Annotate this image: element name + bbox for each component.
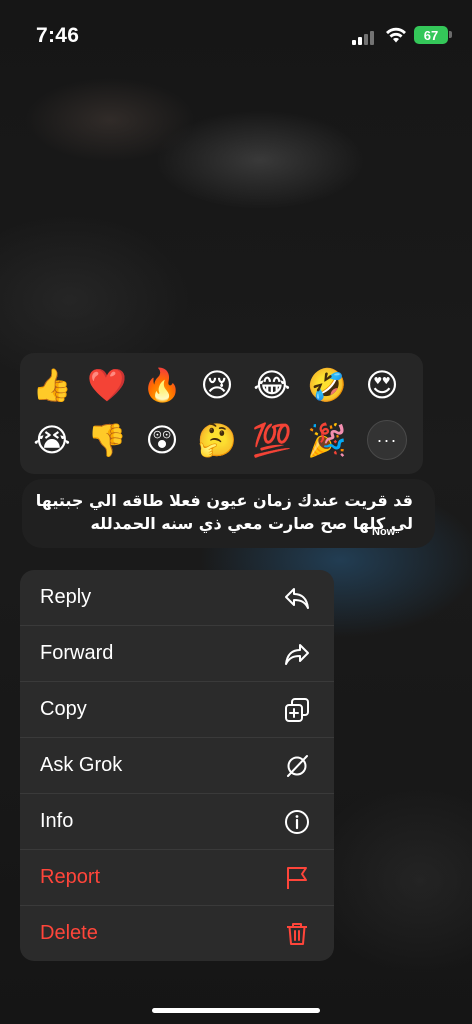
menu-item-label: Forward (40, 642, 114, 664)
menu-item-label: Copy (40, 698, 87, 720)
menu-item-label: Info (40, 810, 74, 832)
menu-item-copy[interactable]: Copy (20, 681, 334, 736)
reaction-emoji[interactable]: 😢 (197, 365, 237, 405)
reaction-emoji[interactable]: 👎 (87, 420, 127, 460)
reaction-emoji[interactable]: 💯 (252, 420, 292, 460)
more-reactions-button[interactable]: ··· (367, 420, 407, 460)
reaction-emoji[interactable]: 👍 (32, 365, 72, 405)
reaction-emoji[interactable]: 🤔 (197, 420, 237, 460)
grok-icon (287, 755, 308, 777)
home-indicator[interactable] (152, 1008, 320, 1013)
status-time: 7:46 (36, 24, 80, 47)
reaction-emoji[interactable]: ❤️ (87, 365, 127, 405)
copy-icon (285, 698, 309, 722)
message-timestamp: Now (372, 526, 396, 538)
reaction-emoji[interactable]: 😂 (252, 365, 292, 405)
reaction-emoji[interactable]: 😲 (142, 420, 182, 460)
menu-item-info[interactable]: Info (20, 793, 334, 848)
cellular-signal-icon (352, 29, 376, 45)
forward-icon (285, 644, 309, 665)
reaction-picker: ··· 👍 ❤️ 🔥 😢 😂 🤣 😍 😭 👎 😲 🤔 💯 🎉 (20, 353, 423, 474)
menu-item-label: Report (40, 866, 101, 888)
battery-cap (449, 31, 452, 38)
menu-item-delete[interactable]: Delete (20, 905, 334, 960)
menu-item-label: Delete (40, 922, 98, 944)
reply-icon (285, 588, 309, 609)
wifi-icon (386, 27, 406, 43)
trash-icon (287, 923, 307, 945)
menu-item-reply[interactable]: Reply (20, 570, 334, 625)
battery-indicator: 67 (414, 26, 448, 44)
flag-icon (287, 867, 307, 889)
menu-item-report[interactable]: Report (20, 849, 334, 904)
reaction-emoji[interactable]: 😍 (362, 365, 402, 405)
reaction-emoji[interactable]: 🤣 (307, 365, 347, 405)
menu-item-label: Reply (40, 586, 92, 608)
message-text: قد قريت عندك زمان عيون فعلا طاقه الي جبت… (35, 491, 413, 533)
context-menu: Reply Forward Copy Ask Grok Info Report … (20, 570, 334, 961)
menu-item-forward[interactable]: Forward (20, 625, 334, 680)
reaction-emoji[interactable]: 🎉 (307, 420, 347, 460)
info-icon (285, 810, 309, 834)
menu-item-label: Ask Grok (40, 754, 123, 776)
menu-item-ask-grok[interactable]: Ask Grok (20, 737, 334, 792)
reaction-emoji[interactable]: 🔥 (142, 365, 182, 405)
reaction-emoji[interactable]: 😭 (32, 420, 72, 460)
